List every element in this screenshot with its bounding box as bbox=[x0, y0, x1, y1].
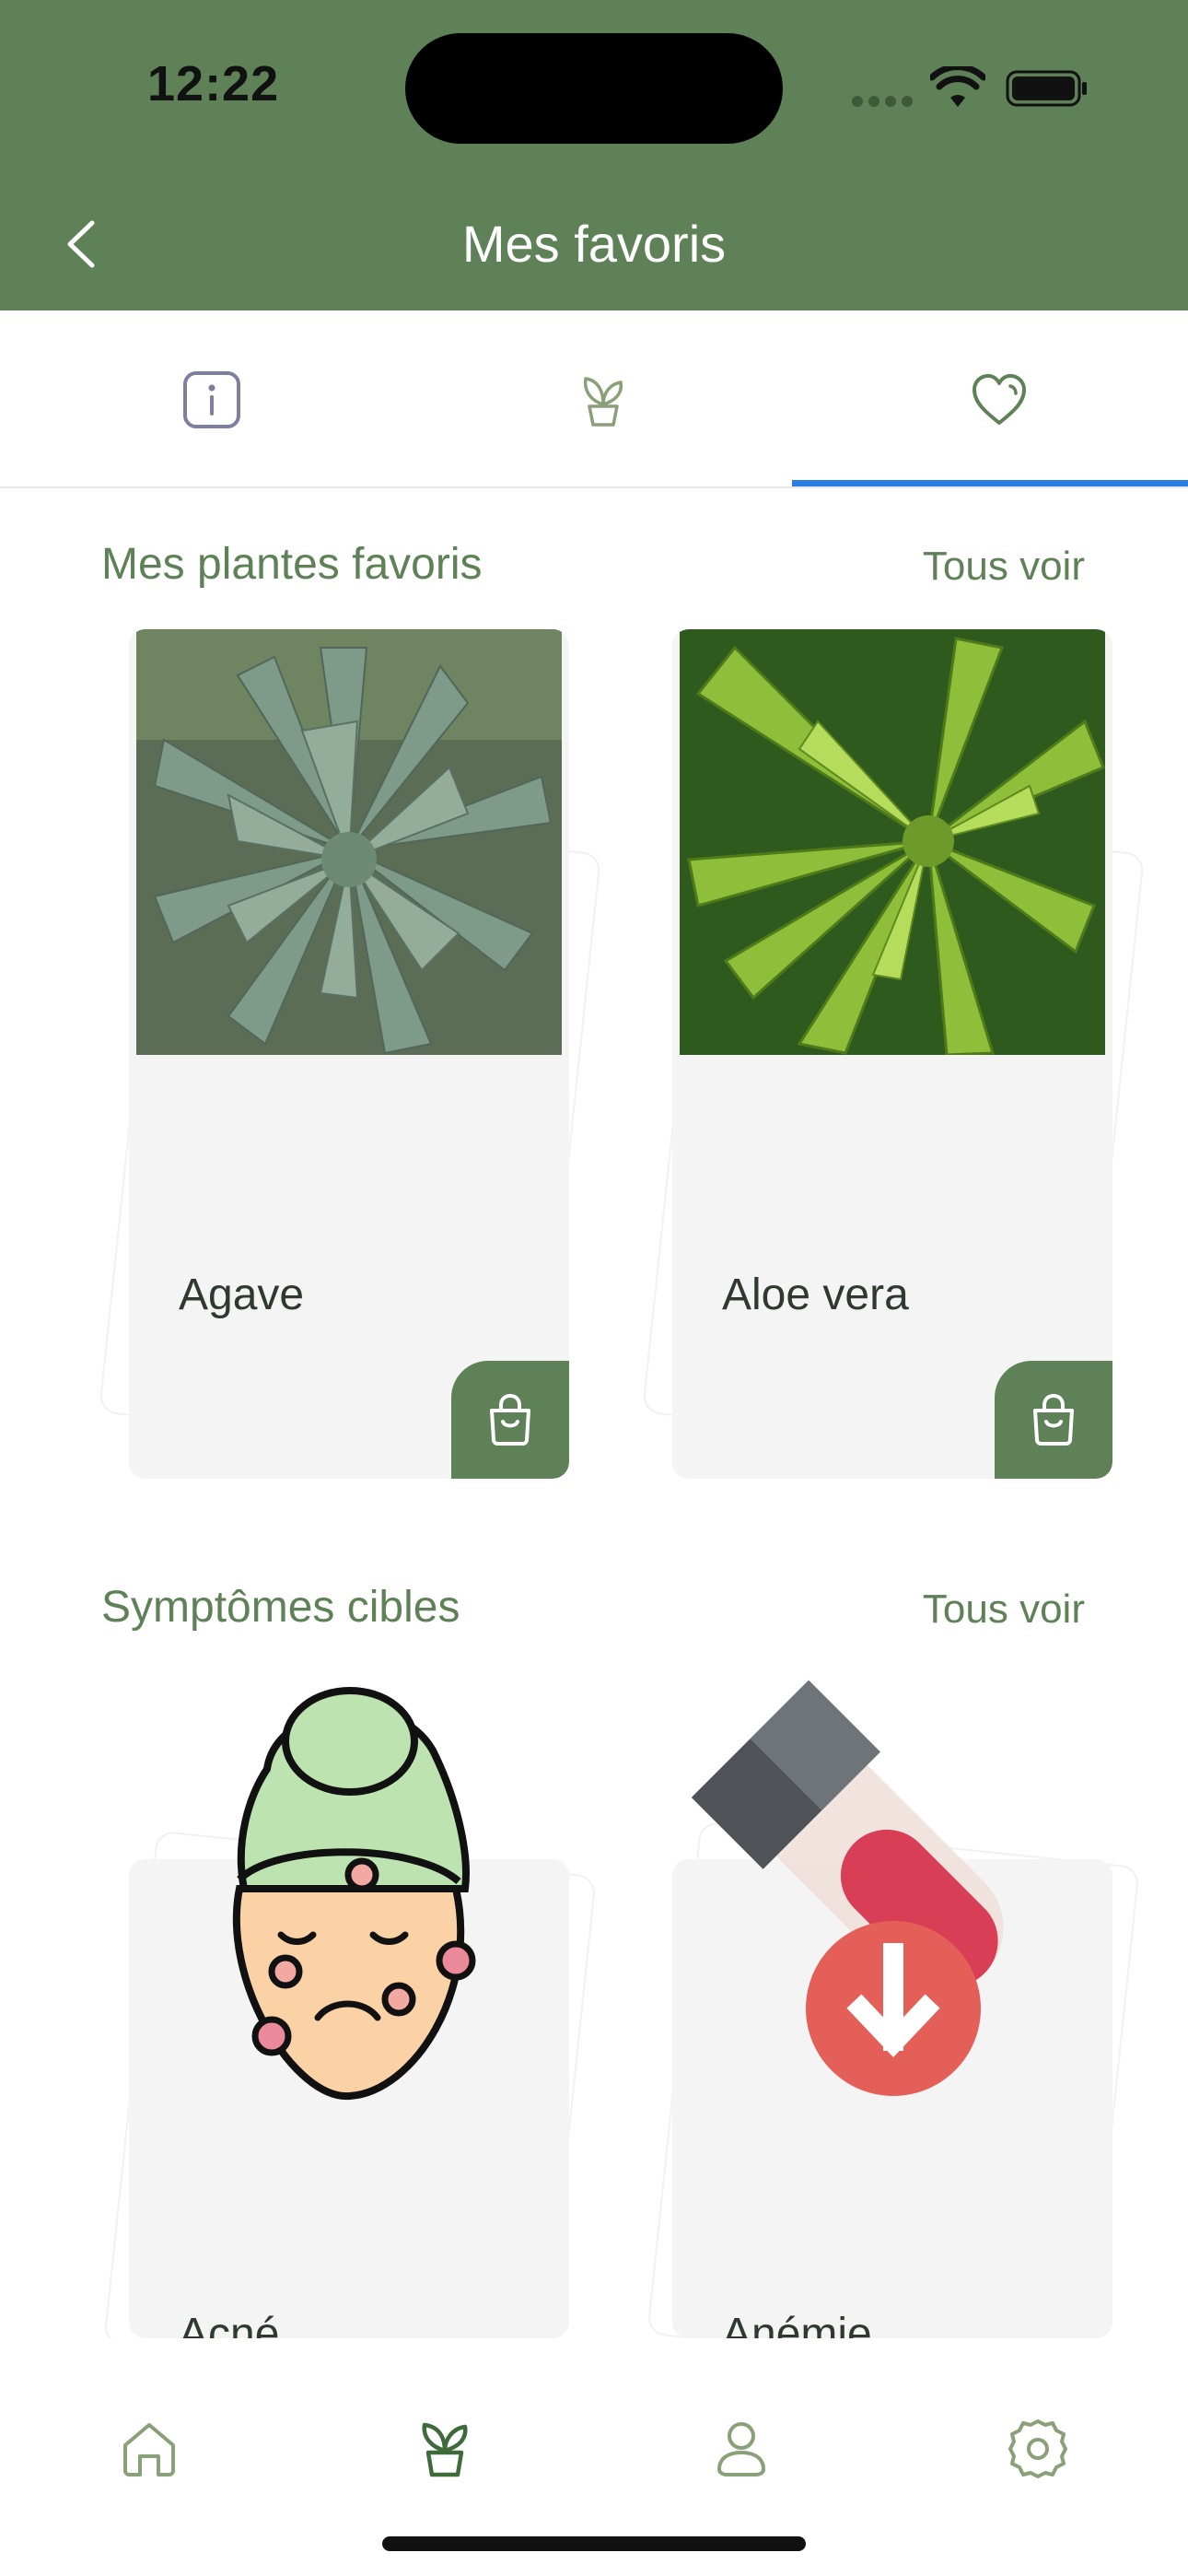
plant-card-label: Aloe vera bbox=[722, 1270, 909, 1319]
symptom-card-label: Acné bbox=[179, 2310, 280, 2338]
aloe-vera-image bbox=[680, 629, 1105, 1055]
home-icon bbox=[123, 2423, 175, 2476]
favorites-section-title: Mes plantes favoris bbox=[101, 540, 483, 589]
info-icon bbox=[183, 370, 240, 428]
dynamic-island bbox=[405, 33, 783, 144]
settings-icon bbox=[1008, 2419, 1067, 2478]
nav-settings[interactable] bbox=[1001, 2412, 1075, 2486]
tab-info[interactable] bbox=[14, 310, 410, 488]
agave-image bbox=[136, 629, 562, 1055]
nav-profile[interactable] bbox=[705, 2412, 778, 2486]
tab-bar bbox=[0, 310, 1188, 488]
app-header: 12:22 Mes favoris bbox=[0, 0, 1188, 310]
tab-favorites[interactable] bbox=[801, 310, 1188, 488]
battery-icon bbox=[1006, 70, 1087, 107]
favorites-see-all-link[interactable]: Tous voir bbox=[923, 544, 1085, 590]
tab-plants[interactable] bbox=[405, 310, 801, 488]
symptoms-section-title: Symptômes cibles bbox=[101, 1583, 460, 1632]
plant-card-label: Agave bbox=[179, 1270, 305, 1319]
heart-icon bbox=[973, 373, 1026, 425]
blood-test-tube-icon bbox=[691, 1680, 1004, 2096]
nav-home[interactable] bbox=[112, 2412, 186, 2486]
page-title: Mes favoris bbox=[461, 215, 727, 273]
symptoms-see-all-link[interactable]: Tous voir bbox=[923, 1587, 1085, 1633]
cellular-signal-icon bbox=[852, 96, 916, 109]
shop-button[interactable] bbox=[995, 1361, 1112, 1479]
shop-button[interactable] bbox=[451, 1361, 569, 1479]
shopping-bag-icon bbox=[1033, 1393, 1074, 1446]
active-tab-indicator bbox=[792, 480, 1188, 486]
profile-icon bbox=[717, 2422, 765, 2476]
shopping-bag-icon bbox=[490, 1393, 530, 1446]
plant-icon bbox=[422, 2422, 468, 2477]
nav-plants[interactable] bbox=[408, 2412, 482, 2486]
plant-card-agave[interactable]: Agave bbox=[129, 629, 569, 1479]
plant-sprout-icon bbox=[583, 376, 623, 427]
status-time: 12:22 bbox=[147, 56, 280, 111]
plant-card-aloe-vera[interactable]: Aloe vera bbox=[672, 629, 1112, 1479]
symptom-card-label: Anémie bbox=[722, 2310, 872, 2338]
home-indicator bbox=[382, 2536, 806, 2551]
wifi-icon bbox=[930, 66, 985, 107]
acne-face-icon bbox=[232, 1687, 476, 2101]
